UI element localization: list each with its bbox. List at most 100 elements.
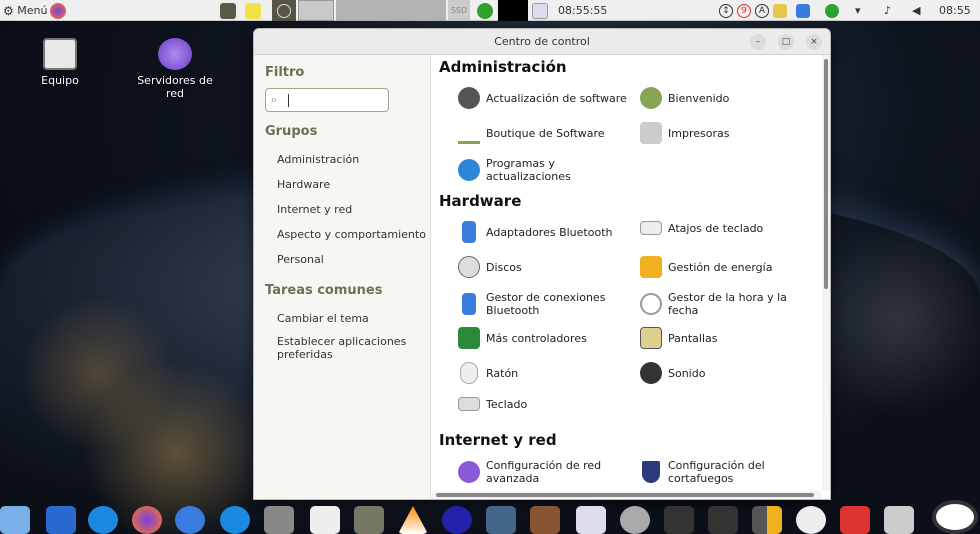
workspace-1[interactable] bbox=[272, 0, 296, 21]
item-time-date[interactable]: Gestor de la hora y la fecha bbox=[640, 291, 815, 317]
minimize-button[interactable]: – bbox=[750, 34, 766, 50]
notification-badge[interactable]: 9 bbox=[737, 3, 751, 18]
chromium-icon[interactable] bbox=[175, 506, 205, 534]
item-label: Impresoras bbox=[668, 126, 730, 140]
item-keyboard-shortcuts[interactable]: Atajos de teclado bbox=[640, 221, 763, 235]
item-mouse[interactable]: Ratón bbox=[458, 362, 518, 384]
nextcloud-icon[interactable] bbox=[88, 506, 118, 534]
category-internet: Internet y red bbox=[439, 431, 557, 449]
task-change-theme[interactable]: Cambiar el tema bbox=[277, 312, 369, 325]
download-icon[interactable] bbox=[840, 506, 870, 534]
vlc-icon[interactable] bbox=[398, 506, 428, 534]
scrollbar-thumb[interactable] bbox=[824, 59, 828, 289]
category-administracion: Administración bbox=[439, 58, 567, 76]
group-internet[interactable]: Internet y red bbox=[277, 203, 352, 216]
item-software-update[interactable]: Actualización de software bbox=[458, 87, 627, 109]
item-keyboard[interactable]: Teclado bbox=[458, 397, 527, 411]
system-monitor-icon[interactable] bbox=[664, 506, 694, 534]
item-software-boutique[interactable]: Boutique de Software bbox=[458, 122, 605, 144]
terminal-icon[interactable] bbox=[220, 2, 236, 19]
maximize-button[interactable]: □ bbox=[778, 34, 794, 50]
speaker-icon bbox=[640, 362, 662, 384]
scrollbar-thumb[interactable] bbox=[436, 493, 814, 497]
calendar-icon[interactable] bbox=[532, 2, 548, 19]
document-icon[interactable] bbox=[576, 506, 606, 534]
shield-icon[interactable] bbox=[796, 3, 810, 18]
exit-icon[interactable] bbox=[477, 2, 493, 19]
keyboard-icon bbox=[458, 397, 480, 411]
network-graph bbox=[498, 0, 528, 21]
bell-icon[interactable]: ♪ bbox=[884, 0, 891, 21]
item-displays[interactable]: Pantallas bbox=[640, 327, 718, 349]
category-hardware: Hardware bbox=[439, 192, 522, 210]
printer-icon bbox=[640, 122, 662, 144]
item-power[interactable]: Gestión de energía bbox=[640, 256, 772, 278]
settings-icon[interactable] bbox=[620, 506, 650, 534]
files-icon[interactable] bbox=[0, 506, 30, 534]
item-network-config[interactable]: Configuración de red avanzada bbox=[458, 459, 608, 485]
chip-icon bbox=[458, 327, 480, 349]
groups-heading: Grupos bbox=[265, 124, 318, 139]
software-updater-icon[interactable]: A bbox=[755, 3, 769, 18]
notes-icon[interactable] bbox=[245, 2, 261, 19]
software-update-icon[interactable] bbox=[932, 500, 978, 534]
item-label: Configuración de red avanzada bbox=[486, 459, 602, 485]
wifi-icon[interactable]: ▾ bbox=[855, 0, 861, 21]
text-editor-icon[interactable] bbox=[310, 506, 340, 534]
vertical-scrollbar[interactable] bbox=[822, 55, 830, 491]
desktop-icon-computer[interactable]: Equipo bbox=[15, 38, 105, 87]
search-icon: ⌕ bbox=[271, 93, 278, 106]
item-label: Bienvenido bbox=[668, 91, 730, 105]
group-administracion[interactable]: Administración bbox=[277, 153, 359, 166]
calculator-icon[interactable] bbox=[752, 506, 782, 534]
control-center-window: Centro de control – □ × Filtro ⌕ Grupos … bbox=[253, 28, 831, 500]
desktop-icon-network-servers[interactable]: Servidores de red bbox=[130, 38, 220, 100]
display-icon[interactable] bbox=[773, 3, 787, 18]
browser-icon[interactable] bbox=[220, 506, 250, 534]
trash-icon[interactable] bbox=[884, 506, 914, 534]
workspace-2[interactable] bbox=[298, 0, 334, 21]
item-label: Gestor de la hora y la fecha bbox=[668, 291, 787, 317]
workspace-switcher[interactable] bbox=[336, 0, 446, 21]
close-button[interactable]: × bbox=[806, 34, 822, 50]
item-disks[interactable]: Discos bbox=[458, 256, 522, 278]
item-sound[interactable]: Sonido bbox=[640, 362, 705, 384]
gimp-icon[interactable] bbox=[354, 506, 384, 534]
task-preferred-apps[interactable]: Establecer aplicaciones preferidas bbox=[277, 335, 417, 361]
video-icon[interactable] bbox=[486, 506, 516, 534]
volume-icon[interactable]: ◀ bbox=[912, 0, 920, 21]
firewall-shield-icon bbox=[642, 461, 660, 483]
group-hardware[interactable]: Hardware bbox=[277, 178, 330, 191]
menu-button[interactable]: ⚙ Menú bbox=[3, 0, 47, 21]
item-firewall[interactable]: Configuración del cortafuegos bbox=[640, 459, 790, 485]
title-bar[interactable]: Centro de control – □ × bbox=[254, 29, 830, 55]
mouse-icon bbox=[460, 362, 478, 384]
audacity-icon[interactable] bbox=[442, 506, 472, 534]
item-welcome[interactable]: Bienvenido bbox=[640, 87, 729, 109]
network-icon bbox=[158, 38, 192, 70]
library-icon[interactable] bbox=[530, 506, 560, 534]
item-bluetooth-manager[interactable]: Gestor de conexiones Bluetooth bbox=[458, 291, 618, 317]
app-grid-icon[interactable] bbox=[46, 506, 76, 534]
filter-input[interactable]: ⌕ bbox=[265, 88, 389, 112]
item-drivers[interactable]: Más controladores bbox=[458, 327, 587, 349]
group-appearance[interactable]: Aspecto y comportamiento bbox=[277, 228, 426, 241]
display-icon bbox=[640, 327, 662, 349]
item-bluetooth-adapters[interactable]: Adaptadores Bluetooth bbox=[458, 221, 612, 243]
check-icon[interactable] bbox=[825, 3, 839, 18]
clock-icon[interactable] bbox=[796, 506, 826, 534]
firefox-launcher[interactable] bbox=[50, 0, 66, 21]
clock[interactable]: 08:55 bbox=[939, 0, 971, 21]
update-icon[interactable]: ↕ bbox=[719, 3, 733, 18]
file-manager-icon[interactable] bbox=[264, 506, 294, 534]
menu-label: Menú bbox=[17, 4, 48, 17]
disk-monitor: SSD bbox=[448, 0, 470, 21]
item-software-sources[interactable]: Programas y actualizaciones bbox=[458, 157, 598, 183]
bluetooth-icon bbox=[462, 293, 476, 315]
horizontal-scrollbar[interactable] bbox=[432, 491, 822, 499]
clock-widget: 08:55:55 bbox=[558, 4, 608, 17]
firefox-icon[interactable] bbox=[132, 506, 162, 534]
group-personal[interactable]: Personal bbox=[277, 253, 324, 266]
item-printers[interactable]: Impresoras bbox=[640, 122, 729, 144]
terminal-icon[interactable] bbox=[708, 506, 738, 534]
